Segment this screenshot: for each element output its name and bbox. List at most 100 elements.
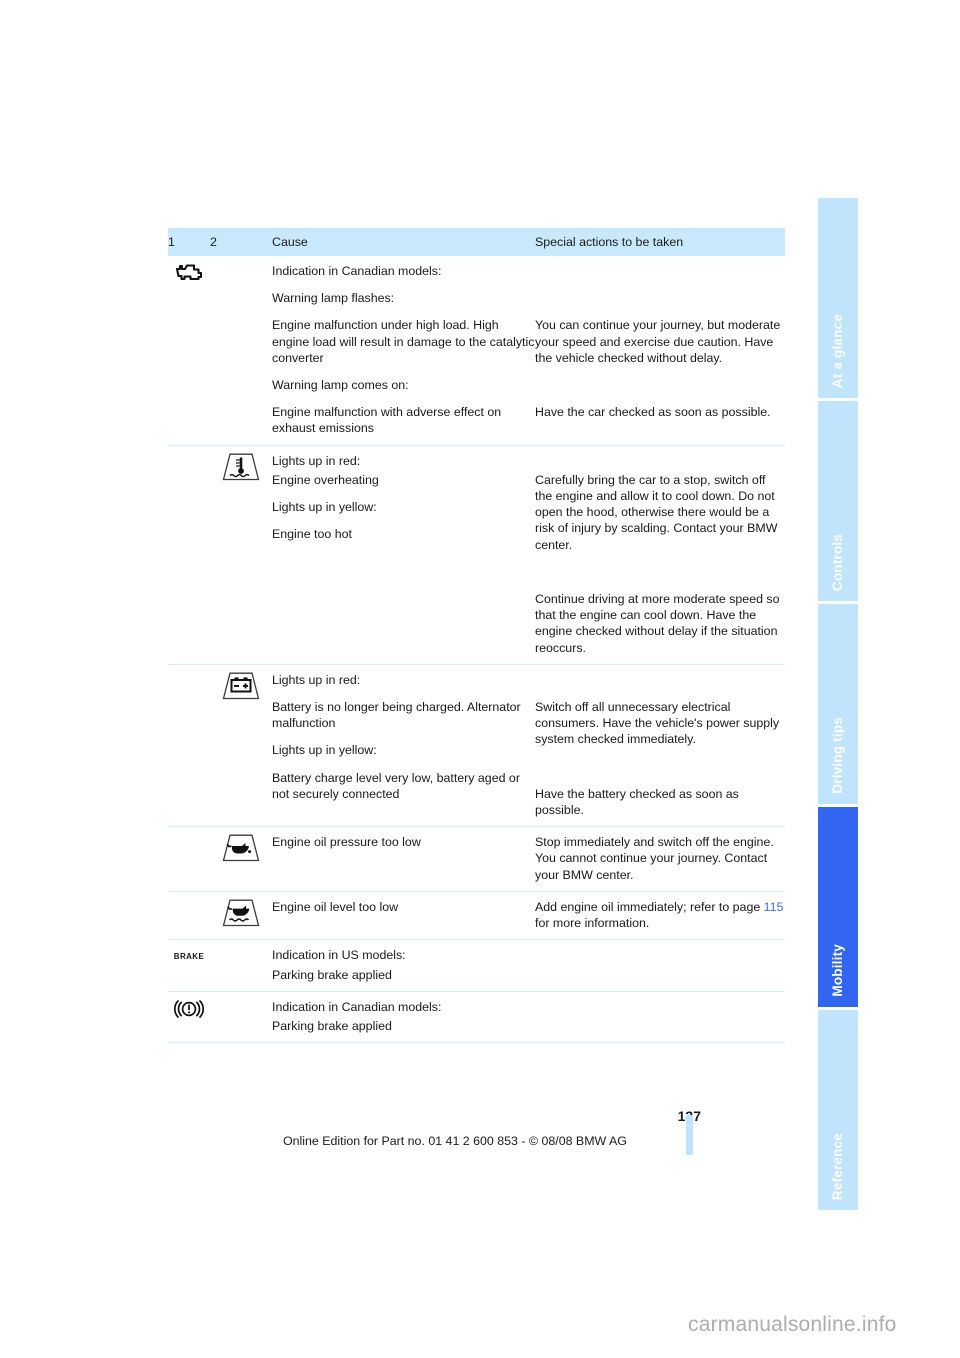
sidebar-tab-reference[interactable]: Reference (818, 1010, 858, 1210)
column-header-1: 1 (168, 228, 210, 256)
sidebar-tab-driving-tips[interactable]: Driving tips (818, 604, 858, 804)
symbol-cell-column-2 (210, 256, 272, 445)
action-text: Have the battery checked as soon as poss… (535, 786, 739, 818)
action-cell: Switch off all unnecessary electrical co… (535, 664, 785, 826)
parking-brake-icon (174, 999, 204, 1019)
cause-text: Engine oil pressure too low (272, 835, 421, 850)
action-cell: Stop immediately and switch off the engi… (535, 827, 785, 892)
warning-lamps-table: 1 2 Cause Special actions to be taken In… (168, 228, 785, 1043)
symbol-cell-column-1 (168, 664, 210, 826)
cause-text: Parking brake applied (272, 1018, 392, 1033)
section-tab-rail: At a glance Controls Driving tips Mobili… (818, 198, 858, 1210)
cause-text: Engine malfunction with adverse effect o… (272, 405, 502, 436)
action-text: Switch off all unnecessary electrical co… (535, 700, 780, 747)
action-text (535, 453, 785, 469)
oil-pressure-icon (221, 834, 261, 862)
cause-text: Warning lamp comes on: (272, 378, 409, 393)
footer-edition-note: Online Edition for Part no. 01 41 2 600 … (283, 1134, 627, 1148)
sidebar-tab-label: Reference (830, 1132, 845, 1200)
cause-text: Lights up in red: (272, 453, 361, 468)
action-text: Have the car checked as soon as possible… (535, 405, 771, 420)
symbol-cell-column-1 (168, 991, 210, 1042)
cause-text: Indication in US models: (272, 948, 406, 963)
cause-text: Battery charge level very low, battery a… (272, 770, 520, 801)
table-row: Engine oil pressure too low Stop immedia… (168, 826, 785, 892)
action-cell: Add engine oil immediately; refer to pag… (535, 891, 785, 939)
cause-cell: Lights up in red: Engine overheating Lig… (272, 445, 535, 664)
action-text (535, 759, 785, 775)
cause-text: Engine oil level too low (272, 899, 399, 914)
cause-cell: Engine oil level too low (272, 891, 535, 939)
action-text-pre: Add engine oil immediately; refer to pag… (535, 899, 764, 914)
symbol-cell-column-1: BRAKE (168, 940, 210, 991)
action-text: Carefully bring the car to a stop, switc… (535, 472, 778, 552)
cause-text: Battery is no longer being charged. Alte… (272, 700, 521, 731)
cause-text: Warning lamp flashes: (272, 291, 395, 306)
action-text: Stop immediately and switch off the engi… (535, 835, 774, 882)
table-row: Indication in Canadian models: Parking b… (168, 991, 785, 1043)
warning-lamps-table-container: 1 2 Cause Special actions to be taken In… (168, 228, 785, 1043)
action-cell (535, 991, 785, 1042)
symbol-cell-column-2 (210, 827, 272, 892)
cause-cell: Indication in US models: Parking brake a… (272, 940, 535, 991)
symbol-cell-column-2 (210, 664, 272, 826)
cause-cell: Indication in Canadian models: Warning l… (272, 256, 535, 445)
symbol-cell-column-2 (210, 891, 272, 939)
symbol-cell-column-1 (168, 445, 210, 664)
action-cell (535, 940, 785, 991)
page-marker-bar (686, 1115, 693, 1155)
sidebar-tab-controls[interactable]: Controls (818, 401, 858, 601)
symbol-cell-column-2 (210, 940, 272, 991)
cause-cell: Indication in Canadian models: Parking b… (272, 991, 535, 1042)
action-text-post: for more information. (535, 916, 650, 931)
cause-text: Indication in Canadian models: (272, 999, 442, 1014)
sidebar-tab-at-a-glance[interactable]: At a glance (818, 198, 858, 398)
site-watermark: carmanualsonline.info (688, 1313, 897, 1336)
sidebar-tab-label: At a glance (830, 313, 845, 388)
table-row: Lights up in red: Engine overheating Lig… (168, 445, 785, 664)
action-text (535, 672, 785, 688)
column-header-2: 2 (210, 228, 272, 256)
action-text: You can continue your journey, but moder… (535, 318, 781, 365)
cause-cell: Engine oil pressure too low (272, 827, 535, 892)
symbol-cell-column-1 (168, 891, 210, 939)
table-row: Lights up in red: Battery is no longer b… (168, 664, 785, 826)
brake-text-icon: BRAKE (173, 952, 205, 962)
action-cell: Carefully bring the car to a stop, switc… (535, 445, 785, 664)
cause-text: Parking brake applied (272, 967, 392, 982)
sidebar-tab-label: Driving tips (830, 717, 845, 794)
action-text (535, 564, 785, 580)
sidebar-tab-label: Mobility (830, 944, 845, 997)
table-row: Engine oil level too low Add engine oil … (168, 891, 785, 939)
action-text (535, 377, 785, 393)
coolant-temperature-icon (221, 453, 261, 481)
action-cell: You can continue your journey, but moder… (535, 256, 785, 445)
column-header-cause: Cause (272, 228, 535, 256)
sidebar-tab-mobility[interactable]: Mobility (818, 807, 858, 1007)
action-text (535, 263, 785, 279)
table-row: BRAKE Indication in US models: Parking b… (168, 939, 785, 991)
cause-text: Lights up in yellow: (272, 743, 377, 758)
cause-text: Engine overheating (272, 472, 379, 487)
table-row: Indication in Canadian models: Warning l… (168, 256, 785, 445)
action-text: Add engine oil immediately; refer to pag… (535, 899, 785, 931)
oil-level-icon (221, 899, 261, 927)
cause-text: Lights up in yellow: (272, 500, 377, 515)
symbol-cell-column-1 (168, 256, 210, 445)
cause-text: Engine too hot (272, 527, 352, 542)
engine-check-icon (175, 263, 203, 282)
symbol-cell-column-1 (168, 827, 210, 892)
symbol-cell-column-2 (210, 991, 272, 1042)
cause-cell: Lights up in red: Battery is no longer b… (272, 664, 535, 826)
action-text: Continue driving at more moderate speed … (535, 592, 780, 655)
battery-icon (221, 672, 261, 700)
column-header-special-actions: Special actions to be taken (535, 228, 785, 256)
sidebar-tab-label: Controls (830, 533, 845, 591)
table-header-row: 1 2 Cause Special actions to be taken (168, 228, 785, 256)
action-text (535, 290, 785, 306)
page-reference-link[interactable]: 115 (764, 900, 784, 914)
cause-text: Lights up in red: (272, 672, 361, 687)
cause-text: Indication in Canadian models: (272, 264, 442, 278)
cause-text: Engine malfunction under high load. High… (272, 318, 535, 365)
symbol-cell-column-2 (210, 445, 272, 664)
